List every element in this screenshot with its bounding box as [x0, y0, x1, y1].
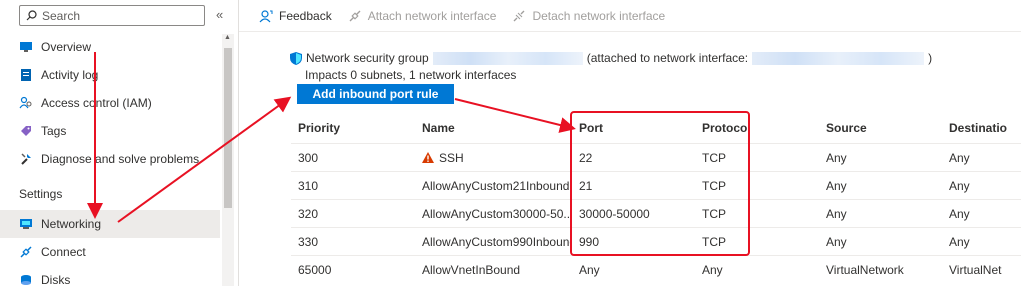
tag-icon: [19, 124, 33, 138]
sidebar-scroll-thumb[interactable]: [224, 48, 232, 208]
detach-icon: [512, 9, 526, 23]
sidebar-item-label: Disks: [41, 273, 71, 286]
cell-priority: 330: [298, 235, 319, 249]
connect-icon: [19, 245, 33, 259]
sidebar-item-diagnose[interactable]: Diagnose and solve problems: [0, 145, 220, 173]
cell-source: Any: [826, 207, 847, 221]
detach-label: Detach network interface: [532, 8, 666, 23]
overview-icon: [19, 40, 33, 54]
cell-destination: VirtualNet: [949, 263, 1002, 277]
search-input[interactable]: Search: [19, 5, 205, 26]
settings-section-header: Settings: [19, 187, 63, 201]
feedback-button[interactable]: Feedback: [259, 9, 332, 23]
sidebar-item-overview[interactable]: Overview: [0, 33, 220, 61]
port-protocol-highlight-box: [570, 111, 750, 256]
attach-network-interface-button[interactable]: Attach network interface: [348, 8, 497, 23]
sidebar-item-networking[interactable]: Networking: [0, 210, 220, 238]
scroll-up-arrow-icon[interactable]: ▲: [224, 34, 231, 41]
sidebar-item-activity-log[interactable]: Activity log: [0, 61, 220, 89]
search-placeholder: Search: [42, 8, 81, 23]
shield-icon: [290, 51, 302, 65]
wrench-icon: [19, 152, 33, 166]
column-header-destination[interactable]: Destinatio: [949, 121, 1007, 135]
redacted-interface-name: [752, 51, 925, 65]
cell-name: SSH: [422, 144, 464, 172]
sidebar-item-iam[interactable]: Access control (IAM): [0, 89, 220, 117]
impacts-text: Impacts 0 subnets, 1 network interfaces: [305, 68, 517, 82]
column-header-name[interactable]: Name: [422, 121, 455, 135]
sidebar-item-label: Connect: [41, 245, 86, 259]
add-inbound-port-rule-button[interactable]: Add inbound port rule: [297, 84, 454, 104]
cell-priority: 300: [298, 151, 319, 165]
table-row[interactable]: 65000 AllowVnetInBound Any Any VirtualNe…: [291, 255, 1021, 283]
sidebar-divider: [238, 0, 239, 286]
sidebar-item-label: Tags: [41, 124, 67, 138]
nsg-summary: Network security group (attached to netw…: [290, 51, 932, 65]
attach-label: Attach network interface: [367, 8, 497, 23]
redacted-nsg-name: [432, 51, 583, 65]
sidebar-item-label: Access control (IAM): [41, 96, 152, 110]
column-header-source[interactable]: Source: [826, 121, 867, 135]
activity-log-icon: [19, 68, 33, 82]
arrow-to-port-column: [454, 98, 576, 133]
attached-suffix: ): [928, 51, 933, 65]
search-icon: [26, 10, 37, 21]
collapse-sidebar-button[interactable]: «: [216, 7, 223, 22]
sidebar-item-label: Overview: [41, 40, 92, 54]
warning-icon: [422, 152, 434, 163]
sidebar-item-label: Networking: [41, 217, 102, 231]
sidebar-item-label: Activity log: [41, 68, 99, 82]
nsg-label: Network security group: [306, 51, 429, 65]
cell-source: VirtualNetwork: [826, 263, 904, 277]
sidebar-item-disks[interactable]: Disks: [0, 266, 220, 286]
cell-port: Any: [579, 263, 600, 277]
cell-destination: Any: [949, 179, 970, 193]
cell-source: Any: [826, 151, 847, 165]
cell-priority: 310: [298, 179, 319, 193]
sidebar-item-tags[interactable]: Tags: [0, 117, 220, 145]
iam-icon: [19, 96, 33, 110]
detach-network-interface-button[interactable]: Detach network interface: [512, 9, 665, 23]
sidebar: Search « Overview Activity log Access co…: [0, 0, 234, 286]
attach-icon: [348, 9, 362, 23]
cell-name: AllowAnyCustom30000-50...: [422, 207, 570, 221]
cell-destination: Any: [949, 235, 970, 249]
rule-name: SSH: [439, 151, 464, 165]
feedback-icon: [259, 9, 273, 23]
command-bar: Feedback Attach network interface Detach…: [239, 0, 1021, 32]
cell-priority: 320: [298, 207, 319, 221]
cell-destination: Any: [949, 151, 970, 165]
cell-name: AllowVnetInBound: [422, 263, 521, 277]
attached-label: (attached to network interface:: [586, 51, 749, 65]
sidebar-item-connect[interactable]: Connect: [0, 238, 220, 266]
cell-destination: Any: [949, 207, 970, 221]
networking-icon: [19, 217, 33, 231]
column-header-priority[interactable]: Priority: [298, 121, 340, 135]
cell-source: Any: [826, 235, 847, 249]
cell-source: Any: [826, 179, 847, 193]
sidebar-item-label: Diagnose and solve problems: [41, 152, 200, 166]
cell-name: AllowAnyCustom21Inbound: [422, 179, 570, 193]
feedback-label: Feedback: [279, 8, 332, 23]
cell-priority: 65000: [298, 263, 332, 277]
disks-icon: [19, 273, 33, 286]
cell-name: AllowAnyCustom990Inbound: [422, 235, 570, 249]
cell-protocol: Any: [702, 263, 723, 277]
